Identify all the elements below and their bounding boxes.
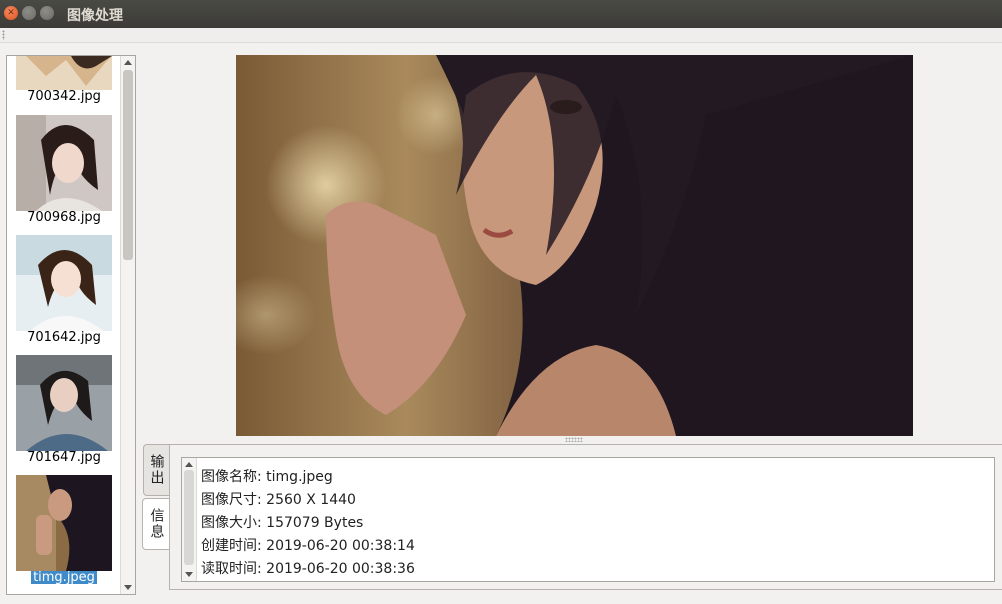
thumbnail-item[interactable]: 700342.jpg [16,56,112,103]
scroll-up-arrow-icon[interactable] [185,462,193,467]
thumbnail-image [16,56,112,90]
close-window-button[interactable]: ✕ [4,6,18,20]
thumbnail-item[interactable]: 701647.jpg [16,355,112,464]
thumbnail-image [16,235,112,331]
minimize-window-button[interactable] [22,6,36,20]
thumbnail-image [16,475,112,571]
info-read-time: 读取时间: 2019-06-20 00:38:36 [201,561,415,577]
image-viewer [236,55,913,436]
thumbnail-image [16,115,112,211]
thumbnail-image [16,355,112,451]
scrollbar-thumb[interactable] [123,70,133,260]
thumbnail-list-scrollbar[interactable] [120,56,135,594]
tab-output[interactable]: 输出 [143,444,169,496]
tab-info[interactable]: 信息 [142,498,170,550]
window-title: 图像处理 [67,8,123,24]
thumbnail-filename: timg.jpeg [31,571,97,584]
title-bar: ✕ 图像处理 [0,0,1002,28]
toolbar [0,28,1002,43]
thumbnail-filename: 700968.jpg [27,211,101,224]
scrollbar-thumb[interactable] [184,470,194,565]
thumbnail-list[interactable]: 700342.jpg 700968.jpg 701642.jpg 701647.… [6,55,136,595]
thumbnail-item[interactable]: 700968.jpg [16,115,112,224]
scroll-down-arrow-icon[interactable] [185,572,193,577]
maximize-window-button[interactable] [40,6,54,20]
toolbar-grip-icon[interactable] [2,30,5,40]
info-image-size: 图像尺寸: 2560 X 1440 [201,492,356,508]
scroll-up-arrow-icon[interactable] [124,60,132,65]
scroll-down-arrow-icon[interactable] [124,585,132,590]
thumbnail-filename: 701642.jpg [27,331,101,344]
info-text-area[interactable]: 图像名称: timg.jpeg 图像尺寸: 2560 X 1440 图像大小: … [181,457,995,582]
thumbnail-filename: 701647.jpg [27,451,101,464]
thumbnail-filename: 700342.jpg [27,90,101,103]
splitter-handle[interactable] [565,437,583,442]
info-created-time: 创建时间: 2019-06-20 00:38:14 [201,538,415,554]
thumbnail-item-selected[interactable]: timg.jpeg [16,475,112,584]
info-image-name: 图像名称: timg.jpeg [201,469,333,485]
thumbnail-item[interactable]: 701642.jpg [16,235,112,344]
vertical-tab-bar: 输出 信息 [142,444,170,554]
info-file-size: 图像大小: 157079 Bytes [201,515,364,531]
info-scrollbar[interactable] [182,458,197,581]
